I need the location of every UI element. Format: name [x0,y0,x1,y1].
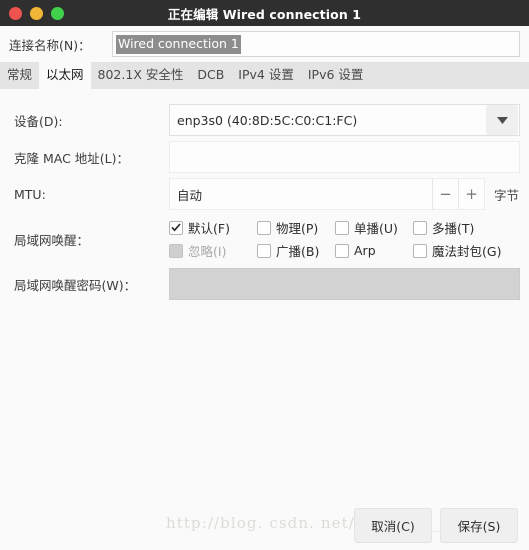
checkbox-wol-ignore-label: 忽略(I) [188,244,227,259]
tab-bar: 常规 以太网 802.1X 安全性 DCB IPv4 设置 IPv6 设置 [0,62,529,89]
wake-on-lan-row-2: 忽略(I) 广播(B) Arp 魔法封包(G) [169,239,520,262]
connection-name-input[interactable]: Wired connection 1 [112,31,520,57]
mtu-row: MTU: 自动 − + 字节 [9,178,520,210]
checkbox-box-icon [335,220,349,235]
checkbox-wol-unicast[interactable]: 单播(U) [335,218,413,237]
tab-8021x-security[interactable]: 802.1X 安全性 [90,62,191,89]
wol-password-label: 局域网唤醒密码(W)： [14,277,137,293]
checkbox-wol-unicast-label: 单播(U) [354,221,398,236]
checkbox-wol-ignore: 忽略(I) [169,241,257,260]
checkbox-wol-broadcast-label: 广播(B) [276,244,320,259]
checkbox-box-icon [413,243,427,258]
wol-password-row: 局域网唤醒密码(W)： [9,268,520,300]
titlebar: 正在编辑 Wired connection 1 [0,0,529,26]
checkbox-wol-default[interactable]: 默认(F) [169,218,257,237]
checkbox-wol-phy-label: 物理(P) [276,221,319,236]
dialog-footer: http://blog. csdn. net/xiaohong_gong 取消(… [0,500,529,550]
chevron-down-icon[interactable] [486,105,518,135]
checkbox-wol-arp-label: Arp [354,243,376,258]
watermark-text: http://blog. csdn. net/xiaohong_gong [166,514,484,532]
mtu-units-label: 字节 [494,187,520,203]
save-button[interactable]: 保存(S) [440,507,518,543]
mtu-spinner[interactable]: 自动 − + [169,178,485,210]
connection-editor-window: 正在编辑 Wired connection 1 连接名称(N)： Wired c… [0,0,529,550]
wake-on-lan-options: 默认(F) 物理(P) 单播(U) 多播(T) 忽略(I) 广播(B) Arp … [169,216,520,262]
tab-bar-filler [370,62,529,89]
mtu-label: MTU: [14,186,46,202]
checkbox-box-icon [257,220,271,235]
checkbox-wol-arp[interactable]: Arp [335,243,413,258]
window-title: 正在编辑 Wired connection 1 [167,6,362,22]
device-row: 设备(D): enp3s0 (40:8D:5C:C0:C1:FC) [9,104,520,136]
checkbox-box-icon [413,220,427,235]
connection-name-row: 连接名称(N)： Wired connection 1 [0,26,529,62]
cloned-mac-row: 克隆 MAC 地址(L)： [9,141,520,173]
window-controls [0,6,64,20]
checkbox-wol-broadcast[interactable]: 广播(B) [257,241,335,260]
checkbox-wol-magic-label: 魔法封包(G) [432,244,502,259]
device-label: 设备(D): [14,113,63,129]
tab-ipv6-settings[interactable]: IPv6 设置 [300,62,371,89]
tab-ethernet[interactable]: 以太网 [39,62,91,89]
checkbox-box-icon [169,243,183,258]
tab-dcb[interactable]: DCB [190,62,232,89]
checkbox-wol-multicast-label: 多播(T) [432,221,475,236]
wol-password-input [169,268,520,300]
checkmark-icon [169,220,183,235]
wake-on-lan-label: 局域网唤醒： [14,232,90,248]
checkbox-box-icon [335,243,349,258]
cancel-button[interactable]: 取消(C) [354,507,432,543]
checkbox-box-icon [257,243,271,258]
minimize-button[interactable] [30,6,43,20]
mtu-decrement-button[interactable]: − [432,179,458,209]
checkbox-wol-magic[interactable]: 魔法封包(G) [413,241,513,260]
tab-general[interactable]: 常规 [0,62,40,89]
wake-on-lan-row: 局域网唤醒： 默认(F) 物理(P) 单播(U) 多播(T) 忽略(I) 广播(… [9,215,520,263]
device-value: enp3s0 (40:8D:5C:C0:C1:FC) [177,112,358,128]
ethernet-tab-page: 设备(D): enp3s0 (40:8D:5C:C0:C1:FC) 克隆 MAC… [0,89,529,500]
close-button[interactable] [9,6,22,20]
connection-name-label: 连接名称(N)： [9,37,91,53]
checkbox-wol-default-label: 默认(F) [188,221,230,236]
wake-on-lan-row-1: 默认(F) 物理(P) 单播(U) 多播(T) [169,216,520,239]
device-combobox[interactable]: enp3s0 (40:8D:5C:C0:C1:FC) [169,104,520,136]
connection-name-value: Wired connection 1 [116,34,241,54]
mtu-value[interactable]: 自动 [170,185,432,204]
cloned-mac-input[interactable] [169,141,520,173]
checkbox-wol-phy[interactable]: 物理(P) [257,218,335,237]
checkbox-wol-multicast[interactable]: 多播(T) [413,218,513,237]
tab-ipv4-settings[interactable]: IPv4 设置 [231,62,301,89]
cloned-mac-label: 克隆 MAC 地址(L)： [14,150,130,166]
mtu-increment-button[interactable]: + [458,179,484,209]
maximize-button[interactable] [51,6,64,20]
